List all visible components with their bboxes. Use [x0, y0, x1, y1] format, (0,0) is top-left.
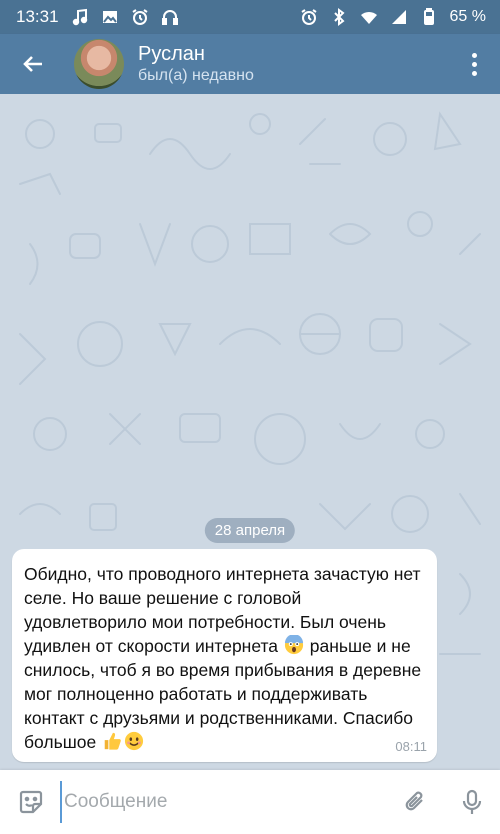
microphone-button[interactable]	[444, 770, 500, 834]
chat-header: Руслан был(а) недавно	[0, 34, 500, 94]
image-icon	[101, 8, 119, 26]
battery-icon	[420, 8, 438, 26]
status-time: 13:31	[16, 7, 59, 26]
message-input[interactable]	[60, 781, 388, 823]
dot-icon	[471, 70, 477, 76]
contact-status: был(а) недавно	[138, 67, 254, 84]
thumbs-up-emoji-icon	[104, 732, 121, 750]
message-time: 08:11	[395, 739, 427, 754]
avatar[interactable]	[74, 39, 124, 89]
attach-button[interactable]	[388, 770, 444, 834]
paperclip-icon	[405, 791, 423, 811]
back-button[interactable]	[0, 34, 66, 94]
bluetooth-icon	[330, 8, 348, 26]
date-separator: 28 апреля	[204, 518, 296, 543]
contact-info[interactable]: Руслан был(а) недавно	[138, 42, 254, 86]
scream-emoji-icon	[284, 635, 303, 655]
battery-percentage: 65 %	[449, 8, 486, 25]
message-bubble[interactable]: Обидно, что проводного интернета зачасту…	[12, 549, 437, 762]
status-bar-right: 65 %	[300, 8, 486, 26]
alarm-icon	[300, 8, 318, 26]
more-options-button[interactable]	[462, 49, 486, 79]
music-note-icon	[71, 8, 89, 26]
dot-icon	[471, 52, 477, 58]
status-bar-left: 13:31	[16, 7, 179, 27]
headphones-icon	[161, 8, 179, 26]
arrow-left-icon	[23, 56, 42, 72]
microphone-icon	[462, 789, 482, 814]
message-text: Обидно, что проводного интернета зачасту…	[24, 562, 425, 754]
signal-icon	[390, 8, 408, 26]
alarm-icon	[131, 8, 149, 26]
chat-area[interactable]: 28 апреля Обидно, что проводного интерне…	[0, 94, 500, 770]
contact-name: Руслан	[138, 43, 205, 65]
status-bar: 13:31 65 %	[0, 0, 500, 34]
smile-emoji-icon	[124, 731, 144, 751]
dot-icon	[471, 61, 477, 67]
wifi-icon	[360, 8, 378, 26]
sticker-button[interactable]	[0, 770, 62, 834]
message-input-bar	[0, 770, 500, 834]
sticker-icon	[19, 790, 43, 814]
